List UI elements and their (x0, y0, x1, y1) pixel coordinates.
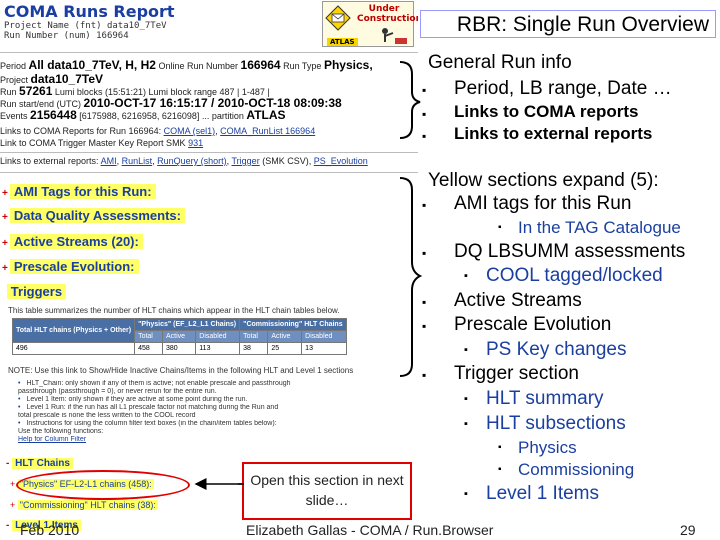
bullet-trigger: Trigger section (422, 363, 579, 385)
hlt-commissioning-section[interactable]: + "Commissioning" HLT chains (38): (10, 500, 158, 510)
expand-icon[interactable]: + (2, 238, 8, 249)
footer-page-number: 29 (680, 522, 696, 538)
hlt-chains-section[interactable]: - HLT Chains (6, 458, 73, 469)
expand-icon[interactable]: + (2, 188, 8, 199)
trigger-link[interactable]: Trigger (232, 156, 260, 166)
table-subheader: Active (267, 330, 303, 343)
trigger-bullets: HLT_Chain: only shown if any of them is … (18, 380, 418, 444)
section-triggers[interactable]: Triggers (2, 284, 67, 299)
table-cell: 113 (195, 342, 241, 355)
table-header: "Physics" (EF_L2_L1 Chains) (134, 318, 241, 331)
table-subheader: Total (134, 330, 163, 343)
yellow-header: Yellow sections expand (5): (428, 170, 659, 191)
ps-evolution-link[interactable]: PS_Evolution (314, 156, 368, 166)
help-link[interactable]: Help for Column Filter (18, 436, 418, 444)
physics-highlight-ellipse (16, 470, 190, 500)
runquery-link[interactable]: RunQuery (short) (157, 156, 227, 166)
bullet-level1: Level 1 Items (464, 483, 599, 505)
list-item: Instructions for using the column filter… (18, 420, 418, 428)
section-streams[interactable]: + Active Streams (20): (2, 234, 143, 249)
table-cell: 25 (267, 342, 303, 355)
table-cell: 496 (11, 342, 136, 355)
worker-icon (382, 28, 407, 44)
project-name-line: Project Name (fnt) data10_7TeV (4, 21, 167, 31)
show-hide-note: NOTE: Use this link to Show/Hide Inactiv… (8, 366, 354, 375)
list-item: passthrough (passthrough = 0), or never … (18, 388, 217, 395)
table-cell: 13 (301, 342, 347, 355)
under-construction-text: Under Construction (357, 4, 418, 24)
ami-link[interactable]: AMI (101, 156, 117, 166)
section-dq[interactable]: + Data Quality Assessments: (2, 208, 185, 223)
trigger-note: This table summarizes the number of HLT … (8, 306, 340, 315)
bullet-ami: AMI tags for this Run (422, 193, 631, 215)
expand-icon[interactable]: + (2, 212, 8, 223)
list-item: HLT_Chain: only shown if any of them is … (18, 380, 418, 388)
table-header: Total HLT chains (Physics + Other) (11, 318, 136, 343)
list-item: Level 1 Item: only shown if they are act… (18, 396, 418, 404)
divider (0, 52, 418, 53)
external-links-row: Links to external reports: AMI, RunList,… (0, 156, 368, 166)
bullet-prescale: Prescale Evolution (422, 314, 611, 336)
bullet-ami-sub: In the TAG Catalogue (498, 218, 681, 238)
bullet-external-reports: Links to external reports (422, 124, 652, 144)
section-ami-tags[interactable]: + AMI Tags for this Run: (2, 184, 156, 199)
runlist-link[interactable]: RunList (122, 156, 153, 166)
events-row: Events 2156448 [6175988, 6216958, 621609… (0, 108, 286, 122)
coma-links-row: Links to COMA Reports for Run 166964: CO… (0, 126, 316, 136)
bullet-dq: DQ LBSUMM assessments (422, 241, 685, 263)
table-cell: 380 (161, 342, 197, 355)
bullet-commissioning: Commissioning (498, 460, 634, 480)
table-subheader: Total (239, 330, 269, 343)
coma-link[interactable]: COMA (sel1) (164, 126, 216, 136)
bullet-period: Period, LB range, Date … (422, 78, 672, 100)
table-subheader: Disabled (301, 330, 347, 343)
atlas-label: ATLAS (327, 38, 358, 46)
table-subheader: Disabled (195, 330, 241, 343)
run-number-line: Run Number (num) 166964 (4, 31, 129, 41)
bullet-hlt-summary: HLT summary (464, 388, 604, 410)
bullet-dq-sub: COOL tagged/locked (464, 265, 663, 287)
bullet-physics: Physics (498, 438, 577, 458)
section-prescale[interactable]: + Prescale Evolution: (2, 259, 139, 274)
trigger-summary-table: Total HLT chains (Physics + Other) "Phys… (11, 318, 347, 355)
bullet-hlt-subsections: HLT subsections (464, 413, 626, 435)
table-cell: 38 (239, 342, 269, 355)
expand-icon[interactable] (2, 288, 5, 299)
trigger-master-row: Link to COMA Trigger Master Key Report S… (0, 138, 204, 148)
under-construction-logo: Under Construction ATLAS (322, 1, 418, 47)
list-item: Use the following functions: (18, 428, 104, 435)
period-row: Period All data10_7TeV, H, H2 Online Run… (0, 58, 373, 72)
coma-runlist-link[interactable]: COMA_RunList 166964 (220, 126, 315, 136)
callout-box: Open this section in next slide… (242, 462, 412, 520)
report-title: COMA Runs Report (4, 2, 175, 21)
footer-author: Elizabeth Gallas - COMA / Run.Browser (246, 522, 494, 538)
slide-title: RBR: Single Run Overview (456, 13, 709, 36)
divider (0, 152, 418, 153)
list-item: total prescale is none the less written … (18, 412, 196, 419)
bullet-prescale-sub: PS Key changes (464, 339, 626, 361)
table-row: 496 458 380 113 38 25 13 (11, 342, 347, 355)
bullet-coma-reports: Links to COMA reports (422, 102, 638, 122)
list-item: Level 1 Run: if the run has all L1 presc… (18, 404, 418, 412)
bullet-streams: Active Streams (422, 290, 582, 312)
table-subheader: Active (161, 330, 197, 343)
envelope-icon (325, 5, 351, 31)
table-cell: 458 (134, 342, 163, 355)
slide-title-box: RBR: Single Run Overview (420, 10, 716, 38)
smk-link[interactable]: 931 (188, 138, 203, 148)
coma-report-screenshot: COMA Runs Report Project Name (fnt) data… (0, 0, 418, 540)
footer-date: Feb 2010 (20, 522, 80, 538)
table-header: "Commissioning" HLT Chains (239, 318, 347, 331)
general-header: General Run info (428, 52, 572, 73)
general-info-bracket (399, 61, 421, 139)
expand-icon[interactable]: + (2, 263, 8, 274)
divider (0, 172, 418, 173)
